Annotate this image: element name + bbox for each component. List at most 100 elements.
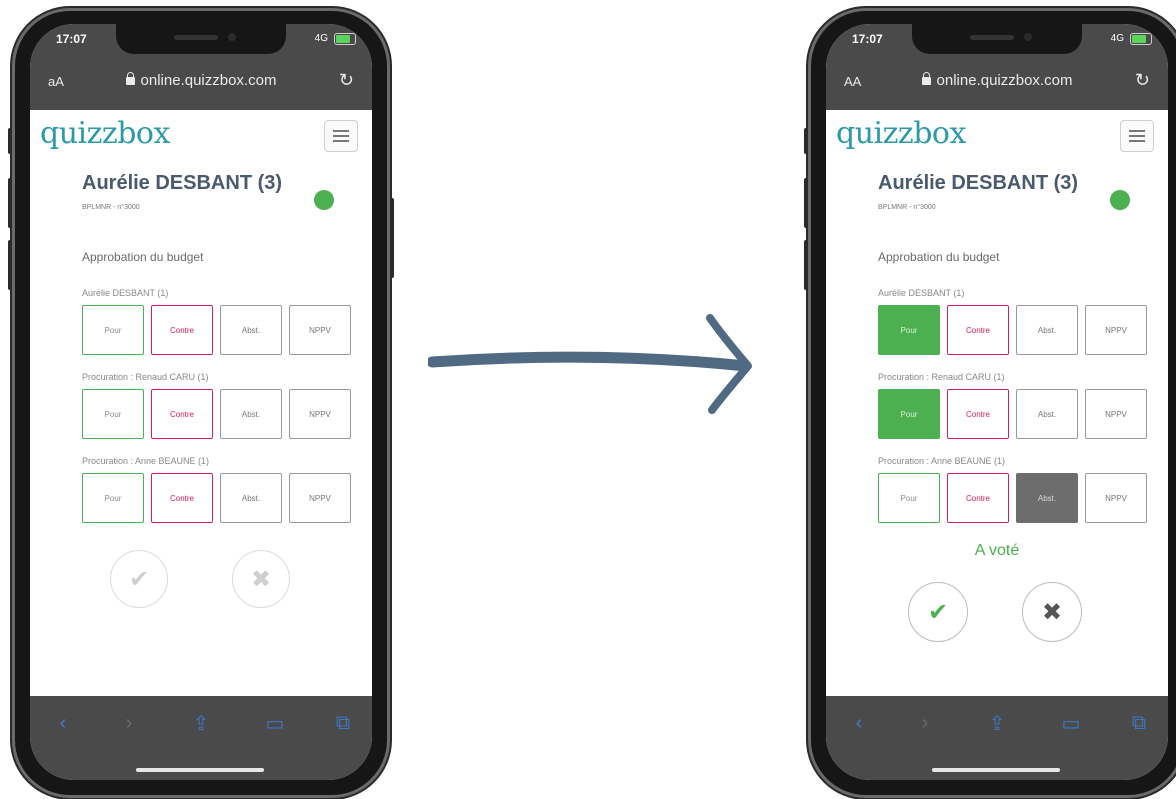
nppv-button[interactable]: NPPV [1085, 473, 1147, 523]
contre-button[interactable]: Contre [151, 305, 213, 355]
power-button [390, 198, 394, 278]
nppv-button[interactable]: NPPV [1085, 389, 1147, 439]
vote-row: Pour Contre Abst. NPPV [82, 389, 354, 439]
nppv-button[interactable]: NPPV [1085, 305, 1147, 355]
network-indicator: 4G [1110, 33, 1124, 44]
browser-toolbar: ‹ › ⇪ ▭ ⧉ [826, 696, 1168, 780]
confirm-vote-button[interactable]: ✔ [110, 550, 168, 608]
cancel-vote-button[interactable]: ✖ [232, 550, 290, 608]
x-icon: ✖ [1041, 598, 1063, 626]
battery-icon [334, 33, 356, 45]
nppv-button[interactable]: NPPV [289, 305, 351, 355]
nppv-button[interactable]: NPPV [289, 389, 351, 439]
cancel-vote-button[interactable]: ✖ [1022, 582, 1082, 642]
pour-button[interactable]: Pour [878, 473, 940, 523]
vote-row: Pour Contre Abst. NPPV [82, 473, 354, 523]
vote-row: Pour Contre Abst. NPPV [878, 305, 1150, 355]
vote-row: Pour Contre Abst. NPPV [878, 389, 1150, 439]
chevron-left-icon[interactable]: ‹ [848, 712, 870, 734]
phone-after: 17:07 4G AA online.quizzbox.com ↻ quizzb… [804, 8, 1176, 798]
browser-address-bar[interactable]: aA online.quizzbox.com ↻ [30, 54, 372, 110]
x-icon: ✖ [250, 565, 272, 593]
phone-screen: 17:07 4G AA online.quizzbox.com ↻ quizzb… [826, 24, 1168, 780]
phone-screen: 17:07 4G aA online.quizzbox.com ↻ quizzb… [30, 24, 372, 780]
question-title: Approbation du budget [82, 250, 204, 264]
url-field[interactable]: online.quizzbox.com [30, 72, 372, 89]
abstention-button[interactable]: Abst. [1016, 473, 1078, 523]
notch [116, 24, 286, 54]
vote-row: Pour Contre Abst. NPPV [878, 473, 1150, 523]
vote-row: Pour Contre Abst. NPPV [82, 305, 354, 355]
share-icon[interactable]: ⇪ [190, 712, 212, 735]
hamburger-menu-button[interactable] [1120, 120, 1154, 152]
app-header: quizzbox [30, 110, 372, 164]
voter-name: Aurélie DESBANT (3) [878, 172, 1079, 194]
contre-button[interactable]: Contre [947, 473, 1009, 523]
tabs-icon[interactable]: ⧉ [332, 712, 354, 734]
pour-button[interactable]: Pour [82, 473, 144, 523]
chevron-left-icon[interactable]: ‹ [52, 712, 74, 734]
contre-button[interactable]: Contre [151, 473, 213, 523]
url-text: online.quizzbox.com [936, 72, 1073, 89]
check-icon: ✔ [128, 565, 150, 593]
bookmarks-icon[interactable]: ▭ [1060, 712, 1082, 735]
browser-address-bar[interactable]: AA online.quizzbox.com ↻ [826, 54, 1168, 110]
voted-message: A voté [974, 542, 1020, 559]
lock-icon [125, 72, 135, 85]
reload-icon[interactable]: ↻ [1135, 70, 1150, 91]
contre-button[interactable]: Contre [947, 305, 1009, 355]
confirm-vote-button[interactable]: ✔ [908, 582, 968, 642]
vote-group-label: Procuration : Renaud CARU (1) [878, 372, 1005, 382]
mute-switch [8, 128, 12, 154]
abstention-button[interactable]: Abst. [220, 389, 282, 439]
vote-group-label: Procuration : Anne BEAUNE (1) [82, 456, 210, 466]
online-status-dot [1110, 190, 1130, 210]
voter-name: Aurélie DESBANT (3) [82, 172, 283, 194]
status-time: 17:07 [852, 32, 883, 46]
pour-button[interactable]: Pour [878, 389, 940, 439]
home-indicator[interactable] [932, 768, 1060, 772]
contre-button[interactable]: Contre [947, 389, 1009, 439]
volume-up-button [804, 178, 808, 228]
lock-icon [921, 72, 931, 85]
quizzbox-logo: quizzbox [40, 116, 170, 151]
pour-button[interactable]: Pour [878, 305, 940, 355]
chevron-right-icon[interactable]: › [118, 712, 140, 734]
network-indicator: 4G [314, 33, 328, 44]
mute-switch [804, 128, 808, 154]
question-title: Approbation du budget [878, 250, 1000, 264]
status-time: 17:07 [56, 32, 87, 46]
home-indicator[interactable] [136, 768, 264, 772]
abstention-button[interactable]: Abst. [220, 473, 282, 523]
tabs-icon[interactable]: ⧉ [1128, 712, 1150, 734]
abstention-button[interactable]: Abst. [1016, 389, 1078, 439]
reload-icon[interactable]: ↻ [339, 70, 354, 91]
share-icon[interactable]: ⇪ [986, 712, 1008, 735]
notch [912, 24, 1082, 54]
abstention-button[interactable]: Abst. [220, 305, 282, 355]
check-icon: ✔ [927, 598, 949, 626]
phone-before: 17:07 4G aA online.quizzbox.com ↻ quizzb… [8, 8, 394, 798]
volume-down-button [804, 240, 808, 290]
contre-button[interactable]: Contre [151, 389, 213, 439]
hamburger-menu-button[interactable] [324, 120, 358, 152]
abstention-button[interactable]: Abst. [1016, 305, 1078, 355]
pour-button[interactable]: Pour [82, 305, 144, 355]
app-header: quizzbox [826, 110, 1168, 164]
online-status-dot [314, 190, 334, 210]
quizzbox-logo: quizzbox [836, 116, 966, 151]
battery-icon [1130, 33, 1152, 45]
vote-group-label: Aurélie DESBANT (1) [82, 288, 169, 298]
voter-id: BPLMNR - n°3000 [82, 204, 140, 211]
pour-button[interactable]: Pour [82, 389, 144, 439]
browser-toolbar: ‹ › ⇪ ▭ ⧉ [30, 696, 372, 780]
chevron-right-icon[interactable]: › [914, 712, 936, 734]
url-field[interactable]: online.quizzbox.com [826, 72, 1168, 89]
bookmarks-icon[interactable]: ▭ [264, 712, 286, 735]
volume-down-button [8, 240, 12, 290]
vote-group-label: Procuration : Anne BEAUNE (1) [878, 456, 1006, 466]
nppv-button[interactable]: NPPV [289, 473, 351, 523]
volume-up-button [8, 178, 12, 228]
arrow-icon [428, 314, 752, 414]
voter-id: BPLMNR - n°3000 [878, 204, 936, 211]
